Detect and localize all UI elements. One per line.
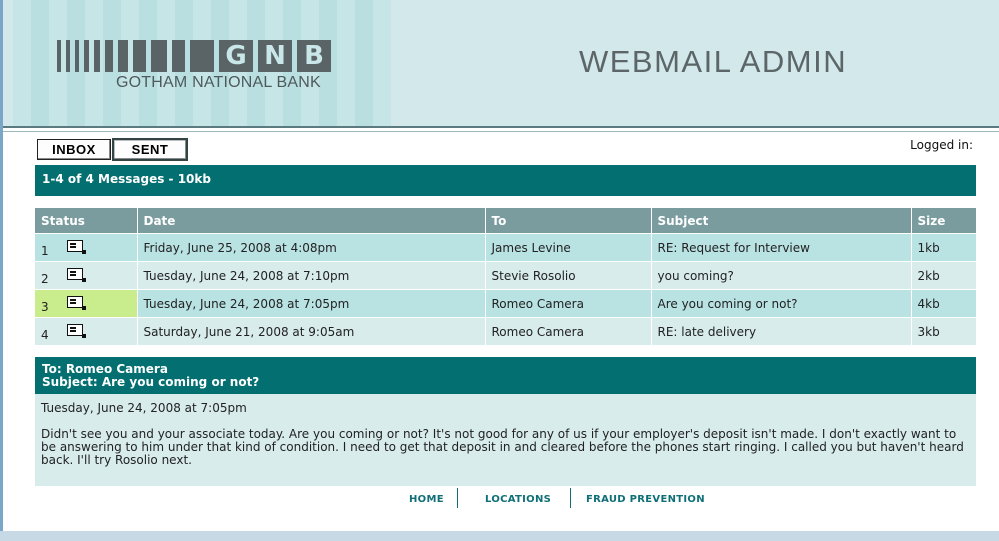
status-cell: 1 [35,233,138,262]
logo-panel-stripe [13,0,31,128]
size-cell: 4kb [911,289,977,318]
message-table: Status Date To Subject Size 1 Friday, Ju… [35,208,977,346]
logo-letter: G [219,40,253,72]
header-divider [3,126,999,128]
status-cell: 3 [35,289,138,318]
footer-separator [457,488,458,508]
footer-link-fraud-prevention[interactable]: FRAUD PREVENTION [586,494,705,505]
preview-date: Tuesday, June 24, 2008 at 7:05pm [41,401,247,415]
column-header-subject[interactable]: Subject [651,208,912,234]
column-header-size[interactable]: Size [911,208,977,234]
column-header-status[interactable]: Status [35,208,138,234]
logo-letter: B [297,40,331,72]
to-cell: James Levine [485,233,652,262]
subject-cell: you coming? [651,261,912,290]
table-row[interactable]: 2 Tuesday, June 24, 2008 at 7:10pm Stevi… [35,261,977,290]
table-header-row: Status Date To Subject Size [35,208,977,234]
footer-link-home[interactable]: HOME [409,494,444,505]
subject-cell: RE: Request for Interview [651,233,912,262]
subject-cell: Are you coming or not? [651,289,912,318]
date-cell: Tuesday, June 24, 2008 at 7:05pm [137,289,486,318]
envelope-icon [67,268,86,282]
logged-in-label: Logged in: [910,138,973,152]
column-header-to[interactable]: To [485,208,652,234]
size-cell: 1kb [911,233,977,262]
footer-link-locations[interactable]: LOCATIONS [485,494,551,505]
table-row-selected[interactable]: 3 Tuesday, June 24, 2008 at 7:05pm Romeo… [35,289,977,318]
status-cell: 2 [35,261,138,290]
to-cell: Stevie Rosolio [485,261,652,290]
date-cell: Tuesday, June 24, 2008 at 7:10pm [137,261,486,290]
to-cell: Romeo Camera [485,289,652,318]
preview-header: To: Romeo Camera Subject: Are you coming… [35,357,976,394]
window-bottom-edge [0,531,999,541]
size-cell: 2kb [911,261,977,290]
page-title: WEBMAIL ADMIN [579,44,848,79]
subject-cell: RE: late delivery [651,317,912,346]
message-count-bar: 1-4 of 4 Messages - 10kb [35,165,976,196]
row-number: 4 [41,327,49,342]
logo-letter: N [258,40,292,72]
footer-separator [570,488,571,508]
logo-panel-stripe [373,0,391,128]
to-cell: Romeo Camera [485,317,652,346]
table-row[interactable]: 1 Friday, June 25, 2008 at 4:08pm James … [35,233,977,262]
column-header-date[interactable]: Date [137,208,486,234]
date-cell: Friday, June 25, 2008 at 4:08pm [137,233,486,262]
bank-name: GOTHAM NATIONAL BANK [116,74,321,91]
page-header: G N B GOTHAM NATIONAL BANK WEBMAIL ADMIN [3,0,999,128]
sent-button[interactable]: SENT [112,138,188,161]
envelope-icon [67,296,86,310]
header-divider-thin [3,131,999,132]
date-cell: Saturday, June 21, 2008 at 9:05am [137,317,486,346]
app-window: G N B GOTHAM NATIONAL BANK WEBMAIL ADMIN… [0,0,999,541]
row-number: 3 [41,299,49,314]
row-number: 1 [41,243,49,258]
size-cell: 3kb [911,317,977,346]
envelope-icon [67,324,86,338]
footer-nav: HOME LOCATIONS FRAUD PREVENTION [3,488,999,510]
preview-body: Tuesday, June 24, 2008 at 7:05pm Didn't … [35,394,976,486]
preview-message-text: Didn't see you and your associate today.… [41,427,964,467]
preview-subject: Subject: Are you coming or not? [42,375,260,389]
table-row[interactable]: 4 Saturday, June 21, 2008 at 9:05am Rome… [35,317,977,346]
envelope-icon [67,240,86,254]
logo-panel-stripe [337,0,355,128]
inbox-button[interactable]: INBOX [37,139,111,160]
status-cell: 4 [35,317,138,346]
row-number: 2 [41,271,49,286]
